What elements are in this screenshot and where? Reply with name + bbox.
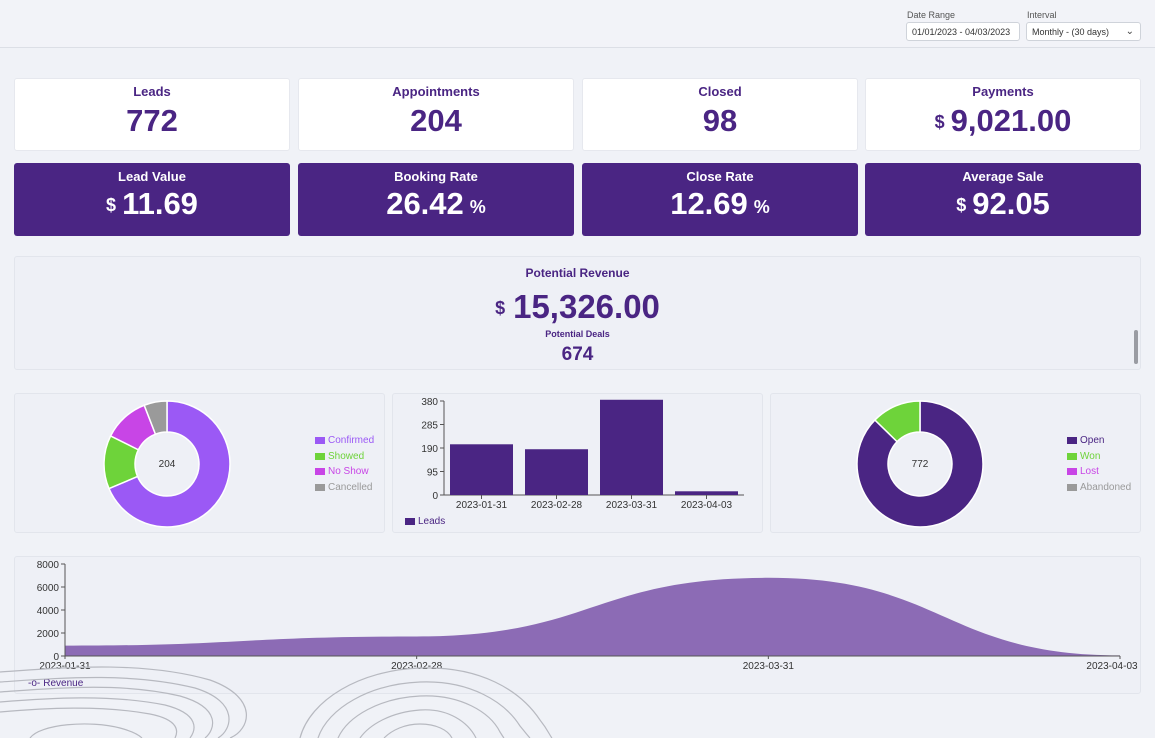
legend-item-confirmed[interactable]: Confirmed [315, 433, 374, 449]
potential-deals-value: 674 [561, 344, 594, 365]
legend-swatch [405, 518, 415, 526]
bar-x-tick-label: 2023-02-28 [531, 500, 583, 511]
legend-item-lost[interactable]: Lost [1067, 464, 1131, 480]
bar-x-tick-label: 2023-04-03 [681, 500, 733, 511]
leads-label: Leads [133, 84, 171, 99]
legend-swatch [1067, 437, 1077, 445]
potential-revenue-amount: $15,326.00 [0, 288, 1155, 326]
closed-label: Closed [698, 84, 742, 99]
legend-swatch [1067, 468, 1077, 476]
booking-rate-suffix: % [469, 197, 486, 217]
legend-swatch [315, 468, 325, 476]
appointments-donut-center-label: 204 [159, 459, 176, 470]
appointments-label: Appointments [392, 84, 480, 99]
payments-card: Payments $9,021.00 [865, 78, 1141, 151]
legend-swatch [315, 452, 325, 460]
leads-bar-legend: Leads [405, 514, 445, 530]
area-y-tick-label: 6000 [37, 583, 60, 594]
bar-x-tick-label: 2023-01-31 [456, 500, 508, 511]
lead-value-label: Lead Value [118, 169, 186, 184]
chevron-down-icon: ⌄ [1125, 26, 1134, 37]
payments-currency: $ [934, 112, 945, 132]
interval-select-value: Monthly - (30 days) [1032, 27, 1110, 37]
close-rate-value: 12.69 [670, 186, 748, 221]
bar-y-tick-label: 285 [421, 421, 438, 432]
potential-revenue-value: 15,326.00 [513, 288, 660, 325]
legend-item-no-show[interactable]: No Show [315, 464, 374, 480]
legend-label-confirmed: Confirmed [328, 435, 375, 447]
appointments-card: Appointments 204 [298, 78, 574, 151]
legend-item-showed[interactable]: Showed [315, 449, 374, 465]
legend-swatch [315, 437, 325, 445]
legend-label-lost: Lost [1080, 466, 1099, 478]
top-filter-bar: Date Range 01/01/2023 - 04/03/2023 Inter… [0, 0, 1155, 48]
closed-card: Closed 98 [582, 78, 858, 151]
topographic-background-decoration [0, 666, 553, 738]
closed-value: 98 [702, 103, 738, 138]
date-range-label: Date Range [907, 10, 956, 20]
revenue-area[interactable] [65, 577, 1120, 656]
bar-x-tick-label: 2023-03-31 [606, 500, 658, 511]
average-sale-value: 92.05 [972, 186, 1050, 221]
legend-item-open[interactable]: Open [1067, 433, 1131, 449]
deals-donut-legend: Open Won Lost Abandoned [1067, 433, 1131, 495]
interval-label: Interval [1027, 10, 1057, 20]
lead-value-card: Lead Value $11.69 [14, 163, 290, 236]
legend-label-cancelled: Cancelled [328, 481, 373, 493]
average-sale-card: Average Sale $92.05 [865, 163, 1141, 236]
scrollbar-thumb[interactable] [1134, 330, 1138, 364]
booking-rate-value: 26.42 [386, 186, 464, 221]
potential-deals-title: Potential Deals [545, 329, 610, 339]
leads-value: 772 [126, 103, 178, 138]
area-x-tick-label: 2023-03-31 [743, 661, 795, 671]
bar-y-tick-label: 380 [421, 397, 438, 408]
lead-value-value: 11.69 [122, 186, 198, 221]
legend-label-abandoned: Abandoned [1080, 481, 1132, 493]
bar-2023-01-31[interactable] [450, 444, 513, 495]
legend-item-abandoned[interactable]: Abandoned [1067, 480, 1131, 496]
area-y-tick-label: 8000 [37, 560, 60, 571]
close-rate-suffix: % [753, 197, 770, 217]
leads-bar-chart: 0 95 190 285 380 2023-01-31 2023-02-28 2023-03-… [421, 397, 744, 511]
bar-y-tick-label: 95 [427, 468, 439, 479]
payments-value: 9,021.00 [950, 103, 1072, 138]
legend-label-open: Open [1080, 435, 1105, 447]
legend-item-leads[interactable]: Leads [405, 514, 445, 530]
deals-donut-chart: 772 [856, 400, 984, 528]
close-rate-card: Close Rate 12.69% [582, 163, 858, 236]
area-y-tick-label: 2000 [37, 629, 60, 640]
bar-y-tick-label: 0 [432, 491, 438, 502]
appointments-value: 204 [410, 103, 462, 138]
legend-swatch [315, 483, 325, 491]
payments-label: Payments [972, 84, 1034, 99]
booking-rate-label: Booking Rate [394, 169, 478, 184]
legend-item-won[interactable]: Won [1067, 449, 1131, 465]
appointments-donut-legend: Confirmed Showed No Show Cancelled [315, 433, 374, 495]
area-x-tick-label: 2023-04-03 [1086, 661, 1138, 671]
average-sale-label: Average Sale [962, 169, 1044, 184]
potential-revenue-currency: $ [495, 298, 506, 318]
bar-2023-02-28[interactable] [525, 449, 588, 495]
area-y-tick-label: 4000 [37, 606, 60, 617]
appointments-donut-chart: 204 [103, 400, 231, 528]
legend-label-showed: Showed [328, 450, 365, 462]
close-rate-label: Close Rate [686, 169, 754, 184]
lead-value-currency: $ [106, 195, 117, 215]
legend-label-no-show: No Show [328, 466, 369, 478]
legend-swatch [1067, 483, 1077, 491]
deals-donut-center-label: 772 [912, 459, 929, 470]
average-sale-currency: $ [956, 195, 967, 215]
legend-label-won: Won [1080, 450, 1101, 462]
date-range-input[interactable]: 01/01/2023 - 04/03/2023 [906, 22, 1020, 41]
leads-card: Leads 772 [14, 78, 290, 151]
bar-2023-04-03[interactable] [675, 491, 738, 495]
legend-item-cancelled[interactable]: Cancelled [315, 480, 374, 496]
potential-revenue-title: Potential Revenue [525, 266, 630, 280]
bar-2023-03-31[interactable] [600, 399, 663, 495]
interval-select[interactable]: Monthly - (30 days) ⌄ [1026, 22, 1141, 41]
bar-y-tick-label: 190 [421, 444, 438, 455]
booking-rate-card: Booking Rate 26.42% [298, 163, 574, 236]
legend-swatch [1067, 452, 1077, 460]
legend-label-leads: Leads [418, 516, 446, 528]
